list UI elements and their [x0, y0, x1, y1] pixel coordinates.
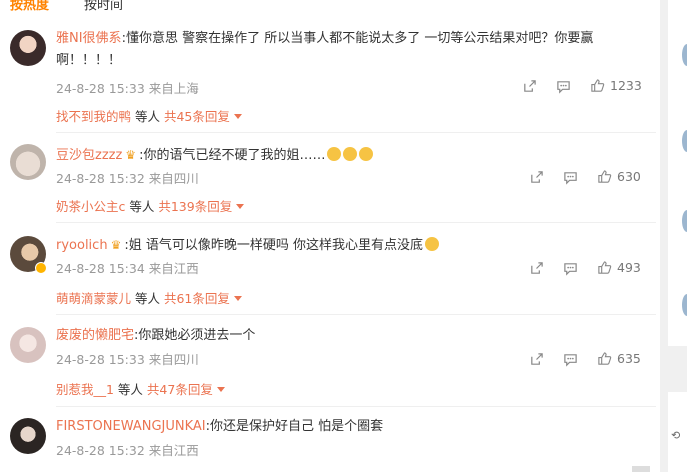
divider: [56, 132, 656, 133]
chevron-down-icon: [216, 387, 225, 392]
comment-meta: 24-8-28 15:32 来自四川: [56, 168, 199, 187]
comment-username[interactable]: FIRSTONEWANGJUNKAI: [56, 419, 206, 434]
share-icon[interactable]: [529, 352, 544, 367]
tab-sort-hot[interactable]: 按热度: [10, 0, 49, 13]
avatar[interactable]: [10, 327, 46, 363]
thumbs-up-icon[interactable]: [597, 260, 612, 275]
reply-summary[interactable]: 奶茶小公主c 等人 共139条回复: [56, 196, 376, 218]
thumbs-up-icon[interactable]: [590, 78, 605, 93]
like-count: 493: [617, 260, 641, 275]
side-avatar[interactable]: [682, 294, 687, 316]
emoji-icon: [343, 147, 358, 161]
verified-badge-icon: [35, 262, 47, 274]
comment-text: 豆沙包zzzz ♛:你的语气已经不硬了我的姐……: [56, 144, 646, 167]
reply-count[interactable]: 共47条回复: [147, 382, 213, 397]
thumbs-up-icon[interactable]: [597, 351, 612, 366]
avatar[interactable]: [10, 30, 46, 66]
comment-location: 来自江西: [148, 443, 199, 458]
comment-content: :懂你意思 警察在操作了 所以当事人都不能说太多了 一切等公示结果对吧？你要赢啊…: [56, 31, 594, 68]
comment-location: 来自上海: [148, 81, 199, 96]
avatar[interactable]: [10, 144, 46, 180]
emoji-icon: [327, 147, 342, 161]
comment-meta: 24-8-28 15:33 来自四川: [56, 349, 199, 368]
share-icon[interactable]: [522, 79, 537, 94]
reply-users[interactable]: 奶茶小公主c: [56, 199, 125, 214]
comment-icon[interactable]: [563, 170, 578, 185]
comment-location: 来自四川: [148, 171, 199, 186]
watermark: [632, 466, 650, 472]
emoji-icon: [359, 147, 374, 161]
chevron-down-icon: [233, 114, 242, 119]
comment-meta: 24-8-28 15:32 来自江西: [56, 440, 199, 459]
comment-time: 24-8-28 15:33: [56, 81, 145, 96]
comment-username[interactable]: ryoolich: [56, 238, 108, 253]
crown-icon: ♛: [125, 148, 137, 162]
comment-username[interactable]: 豆沙包zzzz: [56, 148, 122, 163]
reply-count[interactable]: 共61条回复: [164, 291, 230, 306]
chevron-down-icon: [236, 204, 245, 209]
reply-users[interactable]: 找不到我的鸭: [56, 109, 131, 124]
reply-count[interactable]: 共45条回复: [164, 109, 230, 124]
comment-content: :姐 语气可以像昨晚一样硬吗 你这样我心里有点没底: [124, 238, 423, 253]
side-avatar[interactable]: [682, 44, 687, 66]
comment-time: 24-8-28 15:34: [56, 261, 145, 276]
like-count: 630: [617, 169, 641, 184]
comment-content: :你跟她必须进去一个: [134, 328, 256, 343]
comment-text: 雅NI很佛系:懂你意思 警察在操作了 所以当事人都不能说太多了 一切等公示结果对…: [56, 28, 646, 72]
comment-username[interactable]: 废废的懒肥宅: [56, 328, 134, 343]
comment-time: 24-8-28 15:32: [56, 443, 145, 458]
like-count: 635: [617, 351, 641, 366]
comment-text: FIRSTONEWANGJUNKAI:你还是保护好自己 怕是个圈套: [56, 416, 646, 438]
comment-meta: 24-8-28 15:33 来自上海: [56, 78, 199, 97]
chevron-down-icon: [233, 296, 242, 301]
comment-location: 来自四川: [148, 352, 199, 367]
comment-text: ryoolich ♛:姐 语气可以像昨晚一样硬吗 你这样我心里有点没底: [56, 234, 646, 257]
comment-username[interactable]: 雅NI很佛系: [56, 31, 122, 46]
comment-time: 24-8-28 15:32: [56, 171, 145, 186]
comment-panel: 按热度 按时间 雅NI很佛系:懂你意思 警察在操作了 所以当事人都不能说太多了 …: [0, 0, 660, 472]
side-avatar[interactable]: [682, 210, 687, 232]
divider: [56, 314, 656, 315]
comment-text: 废废的懒肥宅:你跟她必须进去一个: [56, 325, 646, 347]
share-icon[interactable]: [529, 170, 544, 185]
share-icon[interactable]: [529, 261, 544, 276]
comment-icon[interactable]: [556, 79, 571, 94]
comment-time: 24-8-28 15:33: [56, 352, 145, 367]
crown-icon: ♛: [110, 238, 122, 252]
comment-content: :你还是保护好自己 怕是个圈套: [205, 419, 384, 434]
reply-summary[interactable]: 萌萌滴蒙蒙儿 等人 共61条回复: [56, 288, 376, 310]
avatar[interactable]: [10, 418, 46, 454]
reply-summary[interactable]: 别惹我__1 等人 共47条回复: [56, 379, 376, 401]
refresh-icon[interactable]: ⟲: [671, 429, 680, 442]
comment-meta: 24-8-28 15:34 来自江西: [56, 258, 199, 277]
thumbs-up-icon[interactable]: [597, 169, 612, 184]
comment-content: :你的语气已经不硬了我的姐……: [139, 148, 326, 163]
reply-users[interactable]: 别惹我__1: [56, 382, 114, 397]
reply-count[interactable]: 共139条回复: [158, 199, 232, 214]
reply-users[interactable]: 萌萌滴蒙蒙儿: [56, 291, 131, 306]
comment-icon[interactable]: [563, 352, 578, 367]
divider: [56, 406, 656, 407]
tab-sort-time[interactable]: 按时间: [84, 0, 123, 13]
reply-summary[interactable]: 找不到我的鸭 等人 共45条回复: [56, 106, 376, 128]
emoji-icon: [424, 237, 439, 251]
comment-icon[interactable]: [563, 261, 578, 276]
divider: [56, 222, 656, 223]
like-count: 1233: [610, 78, 642, 93]
side-avatar[interactable]: [682, 130, 687, 152]
comment-location: 来自江西: [148, 261, 199, 276]
